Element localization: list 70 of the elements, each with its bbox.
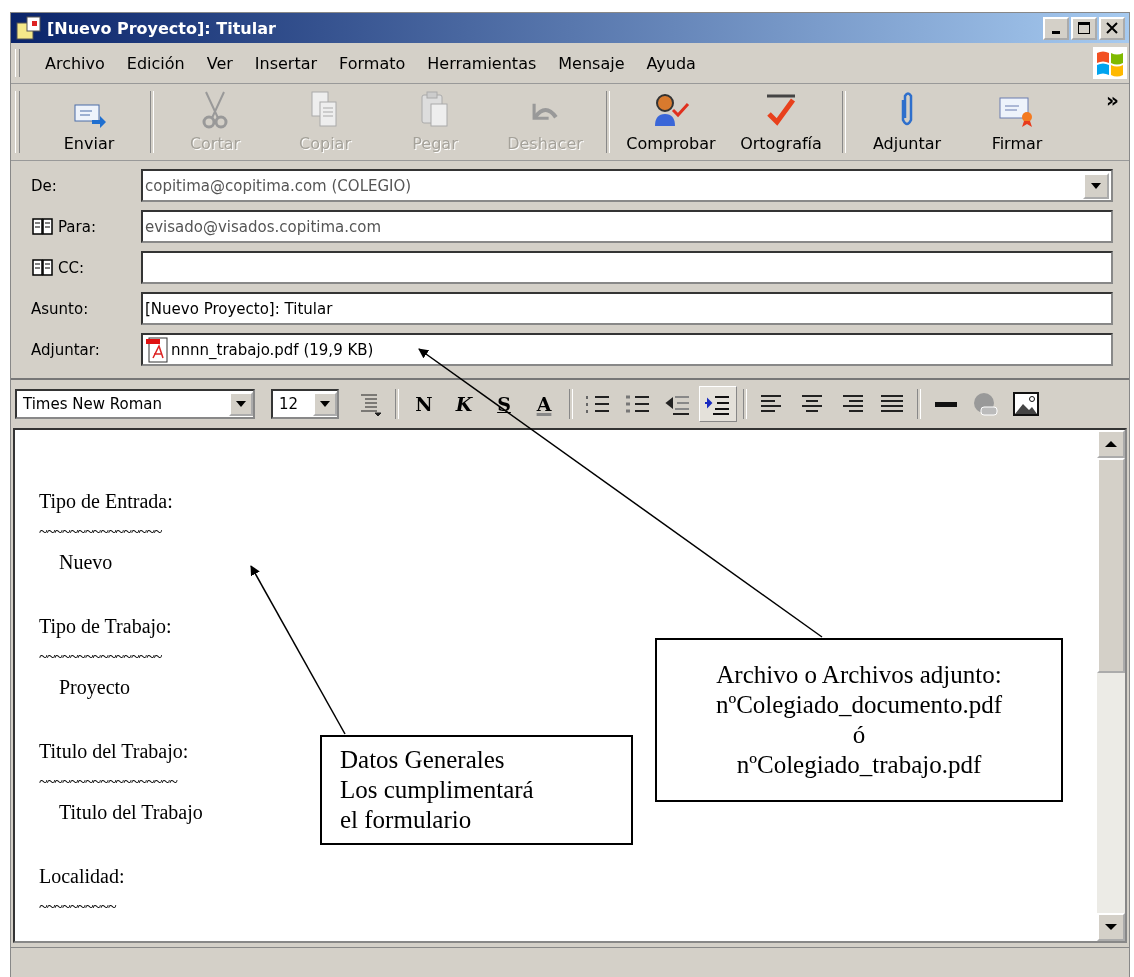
address-book-icon[interactable] [31,216,55,237]
maximize-button[interactable] [1071,16,1097,40]
field-heading: Tipo de Entrada: [39,490,173,512]
bold-button[interactable]: N [405,386,443,422]
callout-text: el formulario [340,805,472,835]
menu-item[interactable]: Insertar [243,49,329,77]
caret-icon [319,400,331,408]
menu-item[interactable]: Mensaje [547,49,636,77]
tilde-rule: ~~~~~~~~~~~~~~~~ [39,648,162,665]
close-icon [1105,21,1119,35]
tilde-rule: ~~~~~~~~~~~~~~~~~~ [39,773,177,790]
spelling-button[interactable]: Ortografía [726,87,836,157]
input-field[interactable]: nnnn_trabajo.pdf (19,9 KB) [141,333,1113,366]
font-color-button[interactable]: A [525,386,563,422]
menu-item[interactable]: Herramientas [416,49,548,77]
tilde-rule: ~~~~~~~~~~ [39,898,116,915]
callout-text: Los cumplimentará [340,775,534,805]
callout-text: ó [852,720,866,750]
send-button[interactable]: Enviar [34,87,144,157]
window-title: [Nuevo Proyecto]: Titular [47,18,276,38]
field-label: De: [31,176,57,195]
minimize-icon [1052,30,1060,34]
menu-item[interactable]: Ver [195,49,244,77]
field-value: Titulo del Trabajo [59,801,203,823]
input-field[interactable]: copitima@copitima.com (COLEGIO) [141,169,1113,202]
attach-button[interactable]: Adjuntar [852,87,962,157]
menu-item[interactable]: Archivo [34,49,116,77]
maximize-icon [1077,21,1091,35]
italic-button[interactable]: K [445,386,483,422]
field-value: Proyecto [59,676,131,698]
more-chevron[interactable]: » [1106,88,1119,112]
font-dropdown[interactable]: Times New Roman [15,389,255,419]
globe-icon [971,391,1001,417]
close-button[interactable] [1099,16,1125,40]
field-label: Para: [58,217,96,236]
callout-text: Datos Generales [340,745,505,775]
menu-item[interactable]: Formato [328,49,417,77]
field-heading: Tipo de Trabajo: [39,615,172,637]
caret-icon [235,400,247,408]
menu-item[interactable]: Edición [115,49,196,77]
callout-text: nºColegiado_trabajo.pdf [736,750,982,780]
callout-text: Archivo o Archivos adjunto: [716,660,1002,690]
sign-button[interactable]: Firmar [962,87,1072,157]
field-value: Nuevo [59,551,113,573]
callout-text: nºColegiado_documento.pdf [715,690,1003,720]
input-field[interactable]: [Nuevo Proyecto]: Titular [141,292,1113,325]
input-field[interactable] [141,251,1113,284]
windows-flag-icon [1093,47,1127,79]
dropdown-button[interactable] [1083,172,1109,199]
field-label: CC: [58,258,84,277]
menu-item[interactable]: Ayuda [635,49,707,77]
field-label: Asunto: [31,299,89,318]
window-icon [15,15,43,41]
address-book-icon[interactable] [31,257,55,278]
field-heading: Titulo del Trabajo: [39,740,189,762]
scrollbar[interactable] [1097,430,1125,941]
scroll-down-icon[interactable] [1105,924,1117,930]
indent-button[interactable] [699,386,737,422]
input-field[interactable]: evisado@visados.copitima.com [141,210,1113,243]
minimize-button[interactable] [1043,16,1069,40]
pdf-file-icon [145,335,171,364]
check-button[interactable]: Comprobar [616,87,726,157]
tilde-rule: ~~~~~~~~~~~~~~~~ [39,523,162,540]
field-heading: Localidad: [39,865,125,887]
field-label: Adjuntar: [31,340,100,359]
scroll-up-icon[interactable] [1105,441,1117,447]
underline-button[interactable]: S [485,386,523,422]
image-icon [1011,391,1041,417]
caret-icon [1090,181,1102,190]
size-dropdown[interactable]: 12 [271,389,339,419]
